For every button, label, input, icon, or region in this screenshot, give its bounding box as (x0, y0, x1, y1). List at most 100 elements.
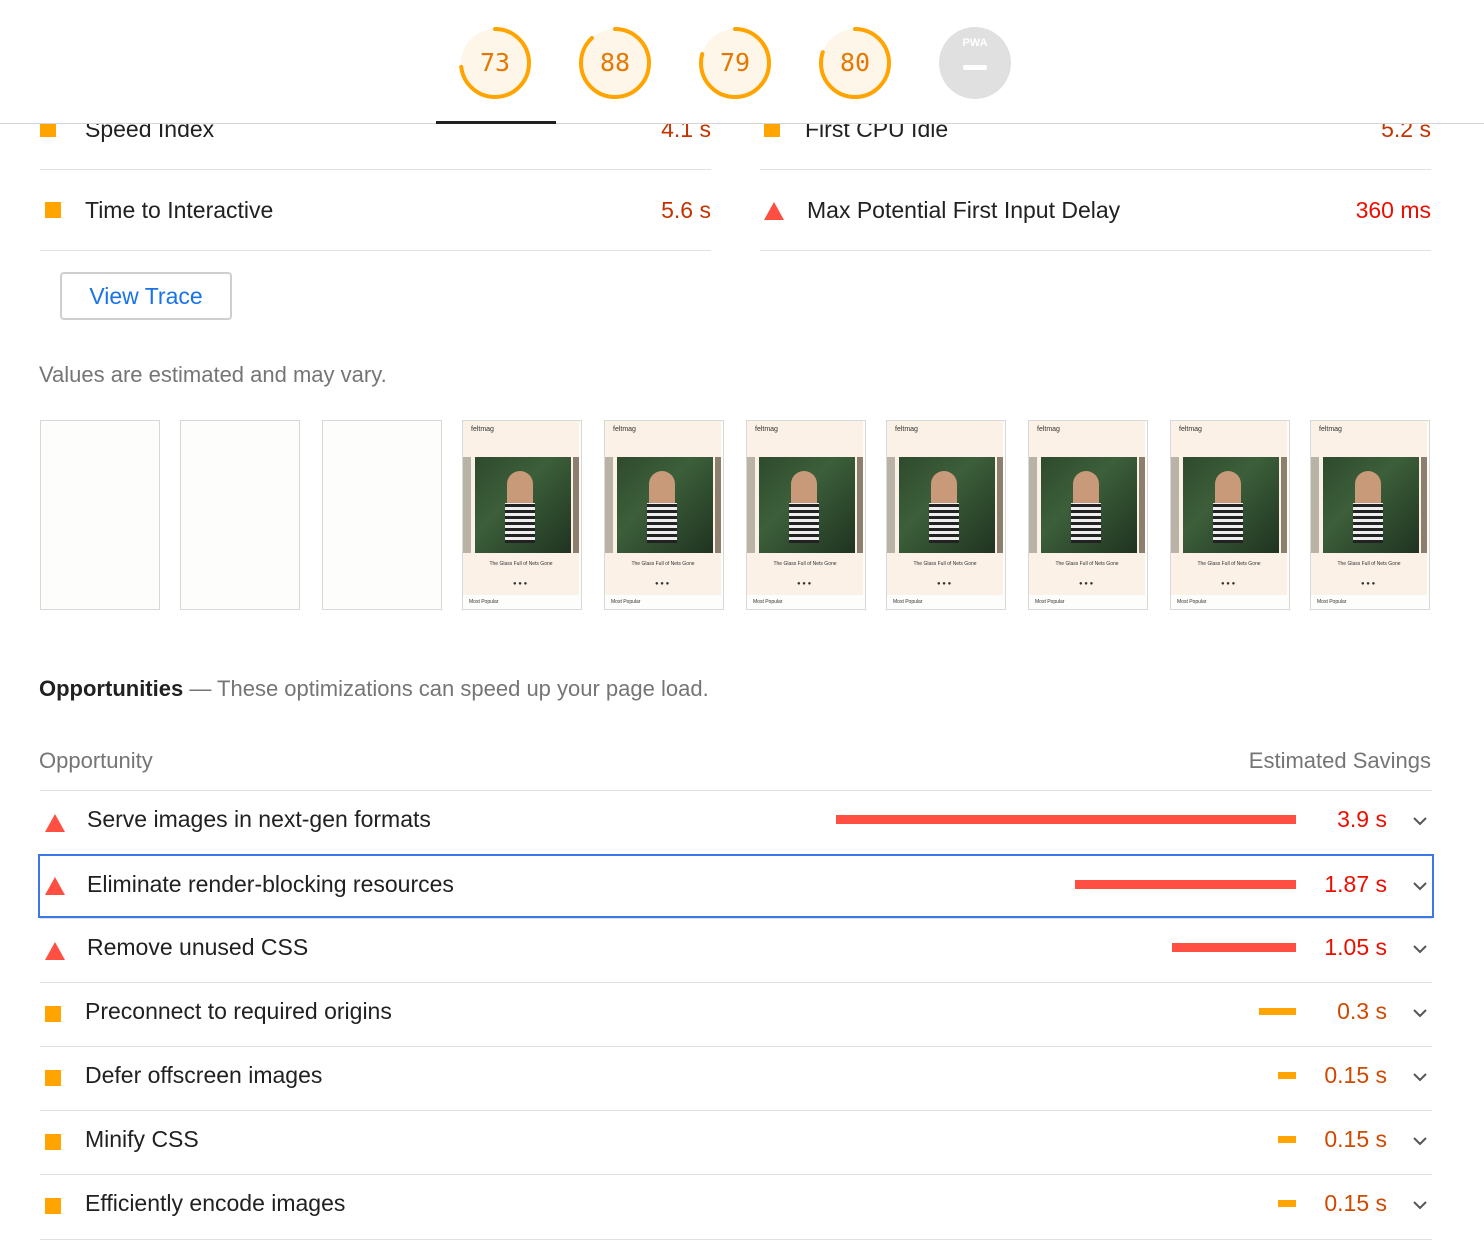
site-logo: feltmag (1179, 426, 1202, 433)
chevron-down-icon[interactable] (1410, 1131, 1430, 1151)
opportunity-savings: 0.15 s (1324, 1062, 1387, 1088)
opportunity-savings: 0.3 s (1337, 998, 1387, 1024)
opportunity-row[interactable]: Efficiently encode images 0.15 s (40, 1174, 1432, 1238)
active-gauge-indicator (436, 121, 556, 124)
thumbnail-strip (1139, 457, 1145, 553)
thumbnail-strip (573, 457, 579, 553)
page-header: feltmag (747, 421, 863, 441)
chevron-down-icon[interactable] (1410, 876, 1430, 896)
filmstrip-frame: feltmag The Glass Full of Nets Gone ● ● ● M… (462, 420, 582, 610)
opportunity-row[interactable]: Eliminate render-blocking resources 1.87 … (38, 854, 1434, 918)
striped-shirt (1071, 503, 1101, 543)
accessibility-score: 88 (599, 48, 631, 77)
opportunity-label: Minify CSS (85, 1126, 199, 1152)
pwa-gauge[interactable]: PWA (938, 26, 1012, 100)
article-caption: The Glass Full of Nets Gone (631, 561, 695, 567)
page-header: feltmag (463, 421, 579, 441)
page-header: feltmag (1029, 421, 1145, 441)
heading-separator: — (183, 676, 218, 701)
article-caption: The Glass Full of Nets Gone (913, 561, 977, 567)
site-logo: feltmag (613, 426, 636, 433)
opportunity-savings: 0.15 s (1324, 1190, 1387, 1216)
opportunity-label: Eliminate render-blocking resources (87, 871, 454, 897)
filmstrip-frame: feltmag The Glass Full of Nets Gone ● ● ● M… (1028, 420, 1148, 610)
accessibility-gauge[interactable]: 88 (578, 26, 652, 100)
savings-bar (1075, 880, 1296, 889)
thumbnail-strip (1029, 457, 1037, 553)
carousel-dots: ● ● ● (937, 581, 952, 587)
page-header: feltmag (1171, 421, 1287, 441)
performance-gauge[interactable]: 73 (458, 26, 532, 100)
filmstrip-frame: feltmag The Glass Full of Nets Gone ● ● ● M… (746, 420, 866, 610)
striped-shirt (647, 503, 677, 543)
best-practices-gauge[interactable]: 79 (698, 26, 772, 100)
view-trace-button[interactable]: View Trace (60, 272, 232, 320)
fail-triangle-icon (45, 813, 65, 832)
fail-triangle-icon (45, 877, 65, 895)
most-popular-label: Most Popular (1317, 599, 1347, 605)
opportunities-heading: Opportunities — These optimizations can … (39, 676, 709, 702)
opportunity-row[interactable]: Minify CSS 0.15 s (40, 1110, 1432, 1174)
article-caption: The Glass Full of Nets Gone (1337, 561, 1401, 567)
metric-label: Max Potential First Input Delay (807, 197, 1121, 223)
article-caption: The Glass Full of Nets Gone (773, 561, 837, 567)
carousel-dots: ● ● ● (655, 581, 670, 587)
chevron-down-icon[interactable] (1410, 1195, 1430, 1215)
page-header: feltmag (887, 421, 1003, 441)
most-popular-label: Most Popular (611, 599, 641, 605)
opportunity-row[interactable]: Defer offscreen images 0.15 s (40, 1046, 1432, 1110)
most-popular-label: Most Popular (1035, 599, 1065, 605)
chevron-down-icon[interactable] (1410, 939, 1430, 959)
opportunity-row[interactable]: Serve images in next-gen formats 3.9 s (40, 790, 1432, 854)
opportunity-label: Serve images in next-gen formats (87, 806, 431, 832)
article-caption: The Glass Full of Nets Gone (489, 561, 553, 567)
seo-gauge[interactable]: 80 (818, 26, 892, 100)
striped-shirt (789, 503, 819, 543)
opportunity-row[interactable]: Preconnect to required origins 0.3 s (40, 982, 1432, 1046)
thumbnail-strip (857, 457, 863, 553)
article-caption: The Glass Full of Nets Gone (1197, 561, 1261, 567)
thumbnail-strip (605, 457, 613, 553)
site-logo: feltmag (755, 426, 778, 433)
thumbnail-strip (1281, 457, 1287, 553)
striped-shirt (505, 503, 535, 543)
filmstrip-frame: feltmag The Glass Full of Nets Gone ● ● ● M… (1170, 420, 1290, 610)
site-logo: feltmag (1037, 426, 1060, 433)
striped-shirt (1213, 503, 1243, 543)
filmstrip-frame-blank (322, 420, 442, 610)
carousel-dots: ● ● ● (513, 581, 528, 587)
opportunity-savings: 3.9 s (1337, 806, 1387, 832)
chevron-down-icon[interactable] (1410, 1067, 1430, 1087)
thumbnail-strip (887, 457, 895, 553)
opportunity-savings: 0.15 s (1324, 1126, 1387, 1152)
carousel-dots: ● ● ● (1221, 581, 1236, 587)
average-square-icon (45, 1069, 61, 1086)
page-header: feltmag (605, 421, 721, 441)
chevron-down-icon[interactable] (1410, 811, 1430, 831)
filmstrip-frame: feltmag The Glass Full of Nets Gone ● ● ● M… (886, 420, 1006, 610)
opportunity-row[interactable]: Remove unused CSS 1.05 s (40, 918, 1432, 982)
thumbnail-strip (997, 457, 1003, 553)
filmstrip-frame-blank (40, 420, 160, 610)
savings-bar (1278, 1072, 1296, 1079)
savings-bar (836, 815, 1296, 824)
most-popular-label: Most Popular (753, 599, 783, 605)
average-square-icon (45, 1197, 61, 1214)
average-square-icon (45, 201, 61, 218)
fail-triangle-icon (764, 201, 784, 220)
opportunity-label: Remove unused CSS (87, 934, 309, 960)
most-popular-label: Most Popular (469, 599, 499, 605)
chevron-down-icon[interactable] (1410, 1003, 1430, 1023)
opportunity-savings: 1.05 s (1324, 934, 1387, 960)
striped-shirt (929, 503, 959, 543)
thumbnail-strip (1311, 457, 1319, 553)
fail-triangle-icon (45, 941, 65, 960)
page-header: feltmag (1311, 421, 1427, 441)
thumbnail-strip (1171, 457, 1179, 553)
scores-header: 73 88 79 80 PWA (0, 0, 1484, 124)
average-square-icon (45, 1133, 61, 1150)
metric-value: 5.6 s (661, 197, 711, 223)
estimate-note: Values are estimated and may vary. (39, 362, 387, 387)
filmstrip-frame: feltmag The Glass Full of Nets Gone ● ● ● M… (604, 420, 724, 610)
best-practices-score: 79 (719, 48, 751, 77)
